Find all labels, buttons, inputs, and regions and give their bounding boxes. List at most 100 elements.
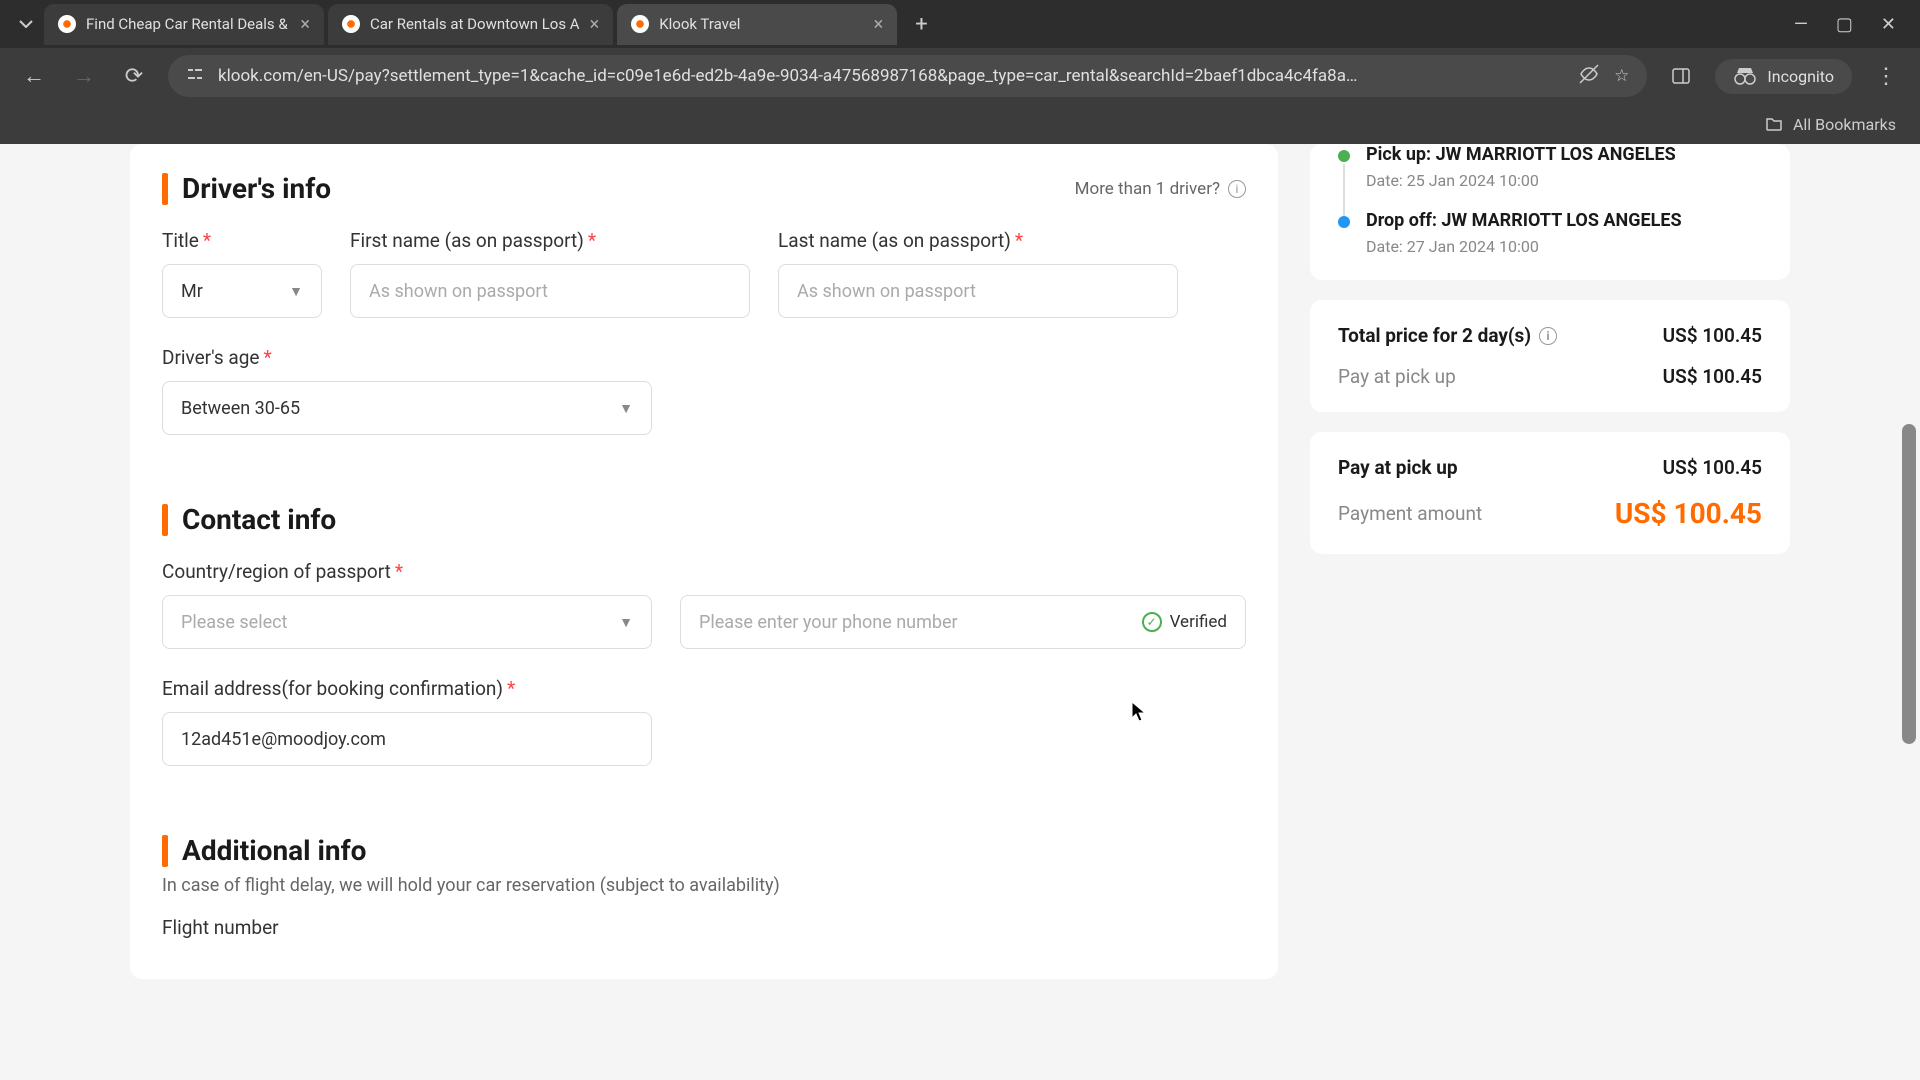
- last-name-input-wrap: [778, 264, 1178, 318]
- title-value: Mr: [181, 281, 203, 302]
- bookmark-star-icon[interactable]: ☆: [1614, 66, 1629, 86]
- incognito-badge[interactable]: Incognito: [1715, 59, 1852, 94]
- maximize-icon[interactable]: ▢: [1836, 14, 1853, 35]
- side-panel-icon[interactable]: [1665, 60, 1697, 92]
- check-circle-icon: ✓: [1142, 612, 1162, 632]
- url-bar[interactable]: klook.com/en-US/pay?settlement_type=1&ca…: [168, 55, 1647, 97]
- browser-chrome: Find Cheap Car Rental Deals & × Car Rent…: [0, 0, 1920, 144]
- page-content: Driver's info More than 1 driver? i Titl…: [0, 144, 1920, 1080]
- flight-number-label: Flight number: [162, 916, 279, 939]
- forward-button: →: [68, 60, 100, 92]
- close-icon[interactable]: ×: [874, 14, 884, 35]
- age-select[interactable]: Between 30-65 ▼: [162, 381, 652, 435]
- first-name-field-group: First name (as on passport)*: [350, 229, 750, 318]
- more-drivers-label: More than 1 driver?: [1075, 179, 1220, 199]
- title-label: Title*: [162, 229, 322, 252]
- additional-info-title: Additional info: [182, 834, 366, 867]
- contact-info-title: Contact info: [182, 503, 336, 536]
- tab-bar: Find Cheap Car Rental Deals & × Car Rent…: [0, 0, 1920, 48]
- tab-title: Klook Travel: [659, 15, 863, 33]
- email-input-wrap: [162, 712, 652, 766]
- section-accent-bar: [162, 835, 168, 867]
- close-icon[interactable]: ×: [590, 14, 600, 35]
- section-accent-bar: [162, 173, 168, 205]
- verified-label: Verified: [1170, 612, 1227, 632]
- menu-icon[interactable]: ⋮: [1870, 60, 1902, 92]
- scrollbar-thumb[interactable]: [1902, 424, 1916, 744]
- folder-icon: [1765, 116, 1783, 132]
- email-input[interactable]: [181, 729, 633, 750]
- age-field-group: Driver's age* Between 30-65 ▼: [162, 346, 652, 435]
- close-icon[interactable]: ×: [300, 14, 310, 35]
- minimize-icon[interactable]: —: [1794, 14, 1808, 35]
- favicon-icon: [58, 15, 76, 33]
- price-breakdown-card: Total price for 2 day(s) i US$ 100.45 Pa…: [1310, 300, 1790, 412]
- bookmarks-link[interactable]: All Bookmarks: [1793, 115, 1896, 134]
- payment-amount-value: US$ 100.45: [1615, 497, 1762, 530]
- email-label: Email address(for booking confirmation)*: [162, 677, 652, 700]
- incognito-label: Incognito: [1767, 67, 1834, 86]
- pay-pickup-bold-value: US$ 100.45: [1663, 456, 1762, 479]
- verified-badge: ✓ Verified: [1142, 612, 1227, 632]
- pickup-date: Date: 25 Jan 2024 10:00: [1366, 171, 1762, 190]
- chevron-down-icon: ▼: [289, 283, 303, 300]
- scrollbar-track[interactable]: [1902, 144, 1918, 1080]
- pickup-dot-icon: [1338, 150, 1350, 162]
- url-text: klook.com/en-US/pay?settlement_type=1&ca…: [218, 66, 1564, 86]
- pickup-timeline-item: Pick up: JW MARRIOTT LOS ANGELES Date: 2…: [1338, 144, 1762, 190]
- tab-search-dropdown[interactable]: [12, 10, 40, 38]
- info-icon: i: [1228, 180, 1246, 198]
- age-label: Driver's age*: [162, 346, 652, 369]
- browser-tab[interactable]: Find Cheap Car Rental Deals & ×: [44, 4, 324, 45]
- nav-bar: ← → ⟳ klook.com/en-US/pay?settlement_typ…: [0, 48, 1920, 104]
- checkout-form: Driver's info More than 1 driver? i Titl…: [130, 144, 1278, 979]
- back-button[interactable]: ←: [18, 60, 50, 92]
- dropoff-date: Date: 27 Jan 2024 10:00: [1366, 237, 1762, 256]
- window-controls: — ▢ ✕: [1794, 14, 1908, 35]
- driver-info-title: Driver's info: [182, 172, 331, 205]
- additional-info-subtitle: In case of flight delay, we will hold yo…: [162, 875, 1246, 896]
- pay-pickup-label: Pay at pick up: [1338, 365, 1456, 388]
- payment-summary-card: Pay at pick up US$ 100.45 Payment amount…: [1310, 432, 1790, 554]
- phone-field: ✓ Verified: [680, 595, 1246, 649]
- title-field-group: Title* Mr ▼: [162, 229, 322, 318]
- last-name-label: Last name (as on passport)*: [778, 229, 1178, 252]
- last-name-field-group: Last name (as on passport)*: [778, 229, 1178, 318]
- reload-button[interactable]: ⟳: [118, 60, 150, 92]
- close-window-icon[interactable]: ✕: [1881, 14, 1896, 35]
- site-settings-icon[interactable]: [186, 65, 204, 88]
- age-value: Between 30-65: [181, 398, 300, 419]
- email-field-group: Email address(for booking confirmation)*: [162, 677, 652, 766]
- total-price-label: Total price for 2 day(s) i: [1338, 324, 1557, 347]
- chevron-down-icon: ▼: [619, 614, 633, 631]
- first-name-input[interactable]: [369, 281, 731, 302]
- country-select[interactable]: Please select ▼: [162, 595, 652, 649]
- itinerary-card: Pick up: JW MARRIOTT LOS ANGELES Date: 2…: [1310, 144, 1790, 280]
- pickup-location: Pick up: JW MARRIOTT LOS ANGELES: [1366, 144, 1762, 165]
- browser-tab-active[interactable]: Klook Travel ×: [617, 4, 897, 45]
- tab-title: Find Cheap Car Rental Deals &: [86, 15, 290, 33]
- dropoff-location: Drop off: JW MARRIOTT LOS ANGELES: [1366, 210, 1762, 231]
- dropoff-timeline-item: Drop off: JW MARRIOTT LOS ANGELES Date: …: [1338, 210, 1762, 256]
- contact-section-header: Contact info: [162, 503, 1246, 536]
- first-name-label: First name (as on passport)*: [350, 229, 750, 252]
- favicon-icon: [631, 15, 649, 33]
- phone-input[interactable]: [699, 612, 1128, 633]
- section-accent-bar: [162, 504, 168, 536]
- last-name-input[interactable]: [797, 281, 1159, 302]
- country-placeholder: Please select: [181, 612, 287, 633]
- country-field-group: Country/region of passport* Please selec…: [162, 560, 652, 649]
- eye-off-icon[interactable]: [1578, 63, 1600, 90]
- browser-tab[interactable]: Car Rentals at Downtown Los A ×: [328, 4, 613, 45]
- title-select[interactable]: Mr ▼: [162, 264, 322, 318]
- booking-summary-sidebar: Pick up: JW MARRIOTT LOS ANGELES Date: 2…: [1310, 144, 1790, 554]
- new-tab-button[interactable]: +: [901, 12, 941, 37]
- dropoff-dot-icon: [1338, 216, 1350, 228]
- info-icon[interactable]: i: [1539, 327, 1557, 345]
- first-name-input-wrap: [350, 264, 750, 318]
- bookmark-bar: All Bookmarks: [0, 104, 1920, 144]
- chevron-down-icon: ▼: [619, 400, 633, 417]
- pay-pickup-bold-label: Pay at pick up: [1338, 456, 1458, 479]
- more-drivers-link[interactable]: More than 1 driver? i: [1075, 179, 1246, 199]
- payment-amount-label: Payment amount: [1338, 502, 1482, 525]
